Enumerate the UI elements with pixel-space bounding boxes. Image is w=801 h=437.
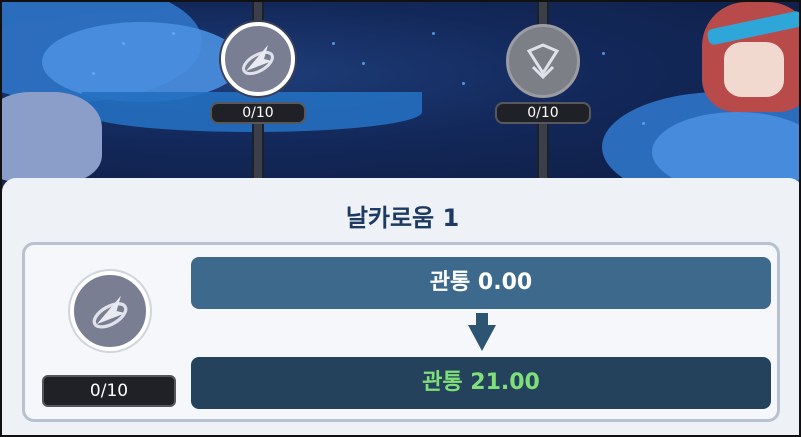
star-decoration — [122, 42, 125, 45]
game-screen: 0/10 0/10 날카로움 1 0/10 관통 0.00 관통 21.00 — [0, 0, 801, 437]
skill-detail-panel: 날카로움 1 0/10 관통 0.00 관통 21.00 — [2, 178, 799, 435]
skill-level-count: 0/10 — [42, 375, 176, 407]
skill-node-1-count: 0/10 — [210, 102, 306, 124]
skill-tree-scene: 0/10 0/10 — [2, 2, 799, 182]
skill-icon — [70, 271, 150, 351]
cloud-decoration — [42, 22, 242, 102]
star-decoration — [642, 122, 645, 125]
star-decoration — [432, 32, 435, 35]
character-left — [2, 92, 102, 182]
skill-title: 날카로움 1 — [345, 204, 460, 232]
tree-connector — [537, 122, 549, 182]
skill-node-2-count: 0/10 — [495, 102, 591, 124]
star-decoration — [92, 72, 95, 75]
character-right-face — [724, 42, 784, 97]
star-decoration — [332, 42, 335, 45]
star-decoration — [602, 52, 605, 55]
skill-info-box: 0/10 관통 0.00 관통 21.00 — [22, 242, 780, 422]
dash-arrow-icon — [242, 45, 274, 76]
arrow-down-icon — [468, 325, 496, 351]
skill-node-1[interactable] — [221, 22, 295, 96]
stat-current: 관통 0.00 — [191, 257, 771, 309]
gem-heart-icon — [526, 43, 560, 80]
star-decoration — [362, 62, 365, 65]
skill-node-2[interactable] — [506, 24, 580, 98]
star-decoration — [462, 82, 465, 85]
tree-connector — [252, 122, 264, 182]
stat-next: 관통 21.00 — [191, 357, 771, 409]
dash-arrow-icon — [92, 295, 128, 329]
star-decoration — [172, 32, 175, 35]
